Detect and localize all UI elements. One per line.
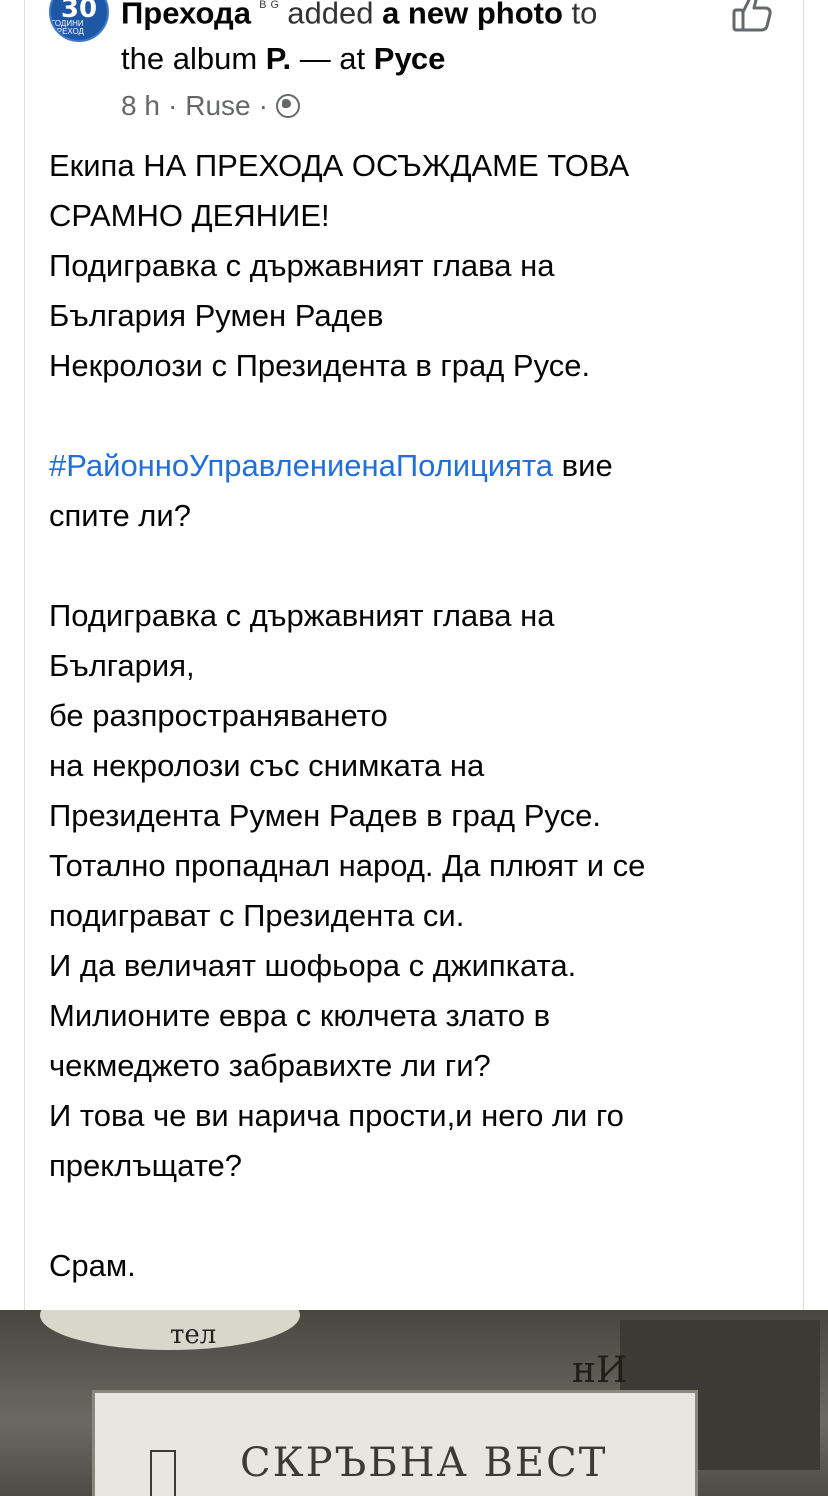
body-line: Тотално пропаднал народ. Да плюят и се bbox=[49, 848, 646, 883]
body-line: Подигравка с държавният глава на bbox=[49, 248, 555, 283]
globe-icon bbox=[275, 94, 300, 118]
hashtag-line: #РайонноУправлениенаПолицията вие bbox=[49, 441, 789, 491]
body-line: бе разпространяването bbox=[49, 698, 388, 733]
post-photo[interactable]: тел нИ СКРЪБНА ВЕСТ bbox=[0, 1310, 828, 1496]
post-header-line2: the album P. — at Русе bbox=[121, 41, 445, 77]
post-meta: 8 h · Ruse · bbox=[121, 88, 300, 124]
hashtag-link[interactable]: #РайонноУправлениенаПолицията bbox=[49, 448, 553, 483]
body-spacer bbox=[49, 541, 789, 591]
location-separator: — at bbox=[299, 41, 366, 76]
post-header-line1: Прехода ᴮ ᴳ added a new photo to bbox=[121, 0, 597, 31]
avatar-number: 30 bbox=[60, 0, 98, 24]
photo-text-fragment: тел bbox=[170, 1320, 217, 1350]
body-line: Некролози с Президента в град Русе. bbox=[49, 348, 591, 383]
body-line: И това че ви нарича прости,и него ли го bbox=[49, 1098, 624, 1133]
hashtag-suffix: вие bbox=[553, 448, 613, 483]
post-place[interactable]: Ruse bbox=[185, 90, 250, 122]
album-link[interactable]: P. bbox=[266, 41, 291, 76]
author-name[interactable]: Прехода bbox=[121, 0, 251, 30]
post-body: Екипа НА ПРЕХОДА ОСЪЖДАМЕ ТОВА СРАМНО ДЕ… bbox=[49, 141, 789, 1291]
body-line: Президента Румен Радев в град Русе. bbox=[49, 798, 601, 833]
meta-dot: · bbox=[258, 90, 268, 121]
action-text: added bbox=[287, 0, 374, 31]
meta-dot: · bbox=[167, 90, 178, 121]
avatar-caption: ГОДИНИ ПРЕХОД bbox=[51, 19, 84, 36]
body-line: преклъщате? bbox=[49, 1148, 243, 1183]
body-line: СРАМНО ДЕЯНИЕ! bbox=[49, 198, 330, 233]
body-line: спите ли? bbox=[49, 498, 191, 533]
body-line: Милионите евра с кюлчета злато в bbox=[49, 998, 551, 1033]
post-time[interactable]: 8 h bbox=[121, 90, 160, 122]
body-line: подиграват с Президента си. bbox=[49, 898, 465, 933]
body-line: Екипа НА ПРЕХОДА ОСЪЖДАМЕ ТОВА bbox=[49, 148, 630, 183]
body-line: И да величаят шофьора с джипката. bbox=[49, 948, 577, 983]
body-line: Подигравка с държавният глава на bbox=[49, 598, 555, 633]
body-line: на некролози със снимката на bbox=[49, 748, 485, 783]
location-link[interactable]: Русе bbox=[374, 41, 446, 76]
notice-frame-mark bbox=[150, 1450, 176, 1496]
body-spacer bbox=[49, 1191, 789, 1241]
body-spacer bbox=[49, 391, 789, 441]
to-text: to bbox=[571, 0, 598, 31]
action-link[interactable]: a new photo bbox=[382, 0, 563, 30]
obituary-heading: СКРЪБНА ВЕСТ bbox=[240, 1440, 608, 1486]
photo-text-fragment: нИ bbox=[572, 1350, 628, 1391]
author-badge: ᴮ ᴳ bbox=[259, 0, 279, 16]
body-line: чекмеджето забравихте ли ги? bbox=[49, 1048, 491, 1083]
album-prefix: the album bbox=[121, 41, 258, 76]
body-line: България, bbox=[49, 648, 195, 683]
closing-line: Срам. bbox=[49, 1248, 136, 1283]
thumbs-up-icon[interactable] bbox=[730, 0, 774, 34]
body-line: България Румен Радев bbox=[49, 298, 384, 333]
